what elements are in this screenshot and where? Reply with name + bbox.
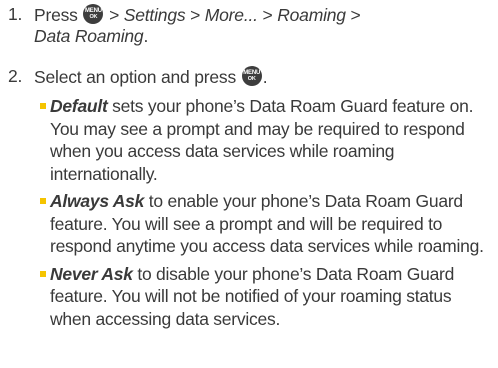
list-item-default: Default sets your phone’s Data Roam Guar…	[40, 95, 492, 185]
list-item-always-ask: Always Ask to enable your phone’s Data R…	[40, 190, 492, 258]
path-item-data-roaming: Data Roaming	[34, 26, 144, 46]
step-number: 2.	[8, 66, 23, 86]
path-separator: >	[262, 5, 278, 25]
step-end: .	[262, 67, 268, 87]
option-term: Never Ask	[50, 263, 133, 284]
path-separator: >	[190, 5, 205, 25]
menu-ok-key-icon: MENU OK	[83, 4, 104, 24]
list-item-never-ask: Never Ask to disable your phone’s Data R…	[40, 263, 492, 331]
path-item-more: More...	[204, 5, 258, 25]
step-number: 1.	[8, 4, 23, 24]
step-end: .	[143, 26, 149, 46]
key-icon-bottom-label: OK	[89, 14, 98, 20]
instruction-document: 1. Press MENU OK > Settings > More... > …	[0, 0, 498, 368]
step-text: Press MENU OK > Settings > More... > Roa…	[34, 4, 474, 47]
step-text: Select an option and press MENU OK .	[34, 66, 474, 88]
step-text-lead: Press	[34, 5, 83, 25]
bullet-square-icon	[40, 270, 46, 277]
bullet-square-icon	[40, 198, 46, 204]
option-term: Always Ask	[50, 191, 145, 211]
option-description: sets your phone’s Data Roam Guard featur…	[50, 96, 474, 184]
path-separator: >	[350, 5, 361, 25]
path-item-roaming: Roaming	[277, 5, 346, 25]
menu-ok-key-icon: MENU OK	[241, 66, 262, 86]
path-separator: >	[109, 5, 124, 25]
key-icon-bottom-label: OK	[247, 76, 256, 82]
path-item-settings: Settings	[123, 5, 186, 25]
bullet-square-icon	[40, 103, 46, 109]
option-list: Default sets your phone’s Data Roam Guar…	[40, 95, 492, 335]
step-text-lead: Select an option and press	[34, 67, 241, 87]
option-term: Default	[50, 96, 108, 116]
